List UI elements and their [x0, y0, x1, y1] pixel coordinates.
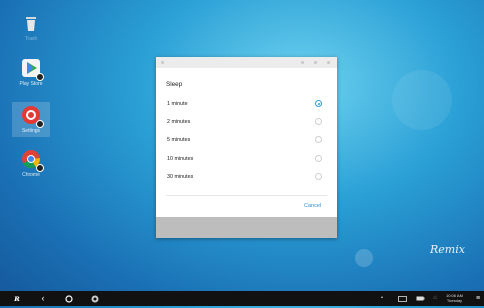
clock[interactable]: 10:06 AM Tuesday: [446, 293, 463, 303]
desktop-icon-label: Play Store: [19, 81, 43, 87]
sleep-option-30-minutes[interactable]: 30 minutes: [156, 170, 337, 188]
notification-icon[interactable]: ⌂: [430, 291, 440, 306]
radio-button[interactable]: [315, 136, 322, 143]
shortcut-badge-icon: [36, 73, 44, 81]
shortcut-badge-icon: [36, 164, 44, 172]
shortcut-badge-icon: [36, 120, 44, 128]
sleep-option-5-minutes[interactable]: 5 minutes: [156, 133, 337, 151]
minimize-icon[interactable]: [301, 61, 304, 64]
clock-day: Tuesday: [446, 298, 463, 303]
dialog-divider: [166, 195, 327, 196]
wallpaper-glow: [355, 249, 373, 267]
trash-icon: [21, 13, 41, 33]
sleep-dialog: Sleep 1 minute 2 minutes 5 minutes 10 mi…: [156, 57, 337, 238]
option-label: 30 minutes: [167, 174, 194, 180]
sleep-option-10-minutes[interactable]: 10 minutes: [156, 152, 337, 170]
desktop-icon-label: Settings: [21, 128, 41, 134]
desktop-icon-label: Chrome: [22, 172, 40, 178]
play-store-icon: [21, 58, 44, 81]
settings-icon: [21, 105, 44, 128]
sleep-option-2-minutes[interactable]: 2 minutes: [156, 115, 337, 133]
wallpaper-glow: [392, 70, 452, 130]
radio-button[interactable]: [315, 155, 322, 162]
dialog-footer: [156, 217, 337, 238]
remix-start-icon[interactable]: ʀ: [8, 291, 26, 306]
desktop-icon-play-store[interactable]: Play Store: [14, 58, 48, 87]
maximize-icon[interactable]: [314, 61, 317, 64]
keyboard-icon[interactable]: [396, 291, 408, 306]
dialog-titlebar[interactable]: [156, 57, 337, 68]
radio-button[interactable]: [315, 118, 322, 125]
option-label: 10 minutes: [167, 156, 194, 162]
sleep-option-1-minute[interactable]: 1 minute: [156, 97, 337, 115]
cancel-button[interactable]: Cancel: [304, 203, 321, 209]
tray-dot-icon[interactable]: •: [378, 291, 386, 306]
desktop-icon-trash[interactable]: Trash: [14, 13, 48, 42]
back-icon[interactable]: ‹: [36, 291, 50, 306]
radio-button[interactable]: [315, 173, 322, 180]
desktop-icon-settings[interactable]: Settings: [12, 102, 50, 137]
window-icon: [161, 61, 164, 64]
dialog-title: Sleep: [166, 81, 183, 88]
chrome-icon: [21, 149, 44, 172]
option-label: 2 minutes: [167, 119, 191, 125]
home-icon[interactable]: [62, 291, 76, 306]
settings-app-icon[interactable]: [88, 291, 102, 306]
battery-icon[interactable]: [414, 291, 426, 306]
taskbar: ʀ ‹ • ⌂ 10:06 AM Tuesday ≡: [0, 291, 484, 306]
option-label: 1 minute: [167, 101, 188, 107]
radio-button-selected[interactable]: [315, 100, 322, 107]
desktop-icon-chrome[interactable]: Chrome: [14, 149, 48, 178]
desktop-icon-label: Trash: [24, 36, 38, 42]
option-label: 5 minutes: [167, 137, 191, 143]
close-icon[interactable]: [327, 61, 330, 64]
remix-logo: Remix: [430, 243, 465, 256]
menu-icon[interactable]: ≡: [474, 291, 482, 306]
